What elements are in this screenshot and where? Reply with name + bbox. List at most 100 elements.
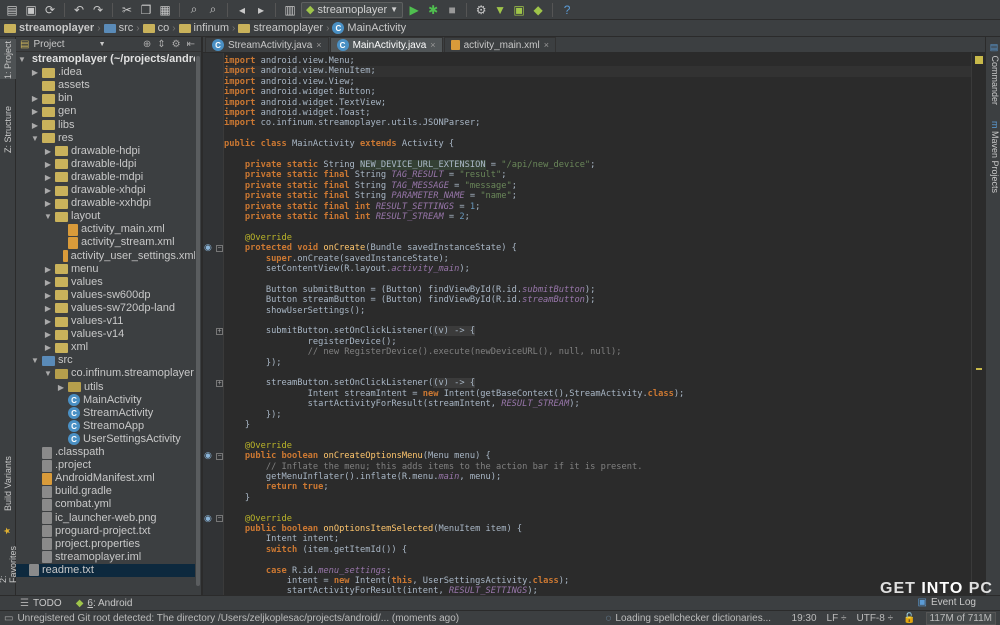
tree-folder-item[interactable]: assets [16, 79, 196, 92]
tree-file-item[interactable]: C StreamActivity [16, 407, 196, 420]
replace-icon[interactable]: ⌕ [205, 2, 221, 18]
tree-folder-item[interactable]: ▶ libs [16, 119, 196, 132]
hide-icon[interactable]: ⇤ [187, 39, 195, 50]
tree-file-item[interactable]: .classpath [16, 446, 196, 459]
tree-file-item[interactable]: readme.txt [16, 563, 196, 577]
tree-folder-item[interactable]: ▶ menu [16, 263, 196, 276]
collapsed-arrow-icon[interactable]: ▶ [44, 263, 52, 276]
collapsed-arrow-icon[interactable]: ▶ [44, 158, 52, 171]
fold-toggle-icon[interactable]: − [216, 244, 223, 252]
breadcrumb-item-co[interactable]: co [142, 22, 169, 34]
breadcrumb-item-package[interactable]: streamoplayer [238, 22, 323, 34]
collapsed-arrow-icon[interactable]: ▶ [44, 315, 52, 328]
forward-icon[interactable]: ▸ [253, 2, 269, 18]
breadcrumb-item-src[interactable]: src [103, 22, 133, 34]
tree-folder-item[interactable]: ▶ gen [16, 105, 196, 118]
collapsed-arrow-icon[interactable]: ▶ [31, 105, 39, 118]
favorites-tool-tab[interactable]: 2: Favorites ★ [0, 525, 18, 583]
tree-folder-item[interactable]: ▶ values-v14 [16, 328, 196, 341]
android-icon[interactable]: ◆ [530, 2, 546, 18]
collapsed-arrow-icon[interactable]: ▶ [44, 341, 52, 354]
tree-folder-item[interactable]: ▶ utils [16, 381, 196, 394]
line-separator-select[interactable]: LF ÷ [827, 613, 847, 624]
collapsed-arrow-icon[interactable]: ▶ [31, 119, 39, 132]
project-scrollbar[interactable] [195, 52, 201, 595]
error-stripe[interactable] [971, 53, 985, 595]
lock-icon[interactable]: 🔓 [903, 613, 915, 624]
help-icon[interactable]: ? [559, 2, 575, 18]
tree-folder-item[interactable]: ▶ values-sw720dp-land [16, 302, 196, 315]
paste-icon[interactable]: ▦ [157, 2, 173, 18]
collapsed-arrow-icon[interactable]: ▶ [44, 184, 52, 197]
close-icon[interactable]: × [430, 40, 435, 50]
editor-tab[interactable]: C MainActivity.java × [329, 37, 443, 52]
tree-folder-item[interactable]: ▶ bin [16, 92, 196, 105]
fold-toggle-icon[interactable]: − [216, 452, 223, 460]
structure-tool-tab[interactable]: Z: Structure [0, 101, 16, 153]
collapsed-arrow-icon[interactable]: ▶ [44, 289, 52, 302]
tree-file-item[interactable]: C StreamoApp [16, 420, 196, 433]
override-marker-icon[interactable]: ◉ [204, 513, 212, 524]
collapsed-arrow-icon[interactable]: ▶ [44, 328, 52, 341]
tree-folder-item[interactable]: ▼ co.infinum.streamoplayer [16, 367, 196, 380]
event-log-tool-tab[interactable]: ▣ Event Log [918, 597, 977, 608]
editor-tab[interactable]: C StreamActivity.java × [205, 37, 329, 52]
caret-position[interactable]: 19:30 [792, 613, 817, 624]
tree-folder-item[interactable]: ▼ layout [16, 210, 196, 223]
editor-tab[interactable]: activity_main.xml × [443, 37, 556, 52]
tree-folder-item[interactable]: ▶ values-sw600dp [16, 289, 196, 302]
debug-icon[interactable]: ✱ [425, 2, 441, 18]
close-icon[interactable]: × [544, 40, 549, 50]
settings-icon[interactable]: ⚙ [473, 2, 489, 18]
tree-file-item[interactable]: activity_user_settings.xml [16, 250, 196, 263]
override-marker-icon[interactable]: ◉ [204, 450, 212, 461]
tree-file-item[interactable]: .project [16, 459, 196, 472]
collapsed-arrow-icon[interactable]: ▶ [44, 276, 52, 289]
background-task[interactable]: ◌ Loading spellchecker dictionaries... [605, 613, 771, 624]
run-config-select[interactable]: ◆ streamoplayer ▼ [301, 1, 404, 18]
cut-icon[interactable]: ✂ [119, 2, 135, 18]
collapsed-arrow-icon[interactable]: ▶ [44, 197, 52, 210]
target-icon[interactable]: ⊕ [143, 39, 151, 50]
back-icon[interactable]: ◂ [234, 2, 250, 18]
copy-icon[interactable]: ❐ [138, 2, 154, 18]
collapsed-arrow-icon[interactable]: ▶ [57, 381, 65, 394]
tree-folder-item[interactable]: ▼ src [16, 354, 196, 367]
breadcrumb-item-project[interactable]: streamoplayer [4, 22, 94, 34]
stop-icon[interactable]: ■ [444, 2, 460, 18]
collapsed-arrow-icon[interactable]: ▶ [44, 171, 52, 184]
sync-icon[interactable]: ⟳ [42, 2, 58, 18]
override-marker-icon[interactable]: ◉ [204, 242, 212, 253]
layout-icon[interactable]: ▭ [4, 613, 13, 624]
tree-file-item[interactable]: streamoplayer.iml [16, 551, 196, 564]
tree-file-item[interactable]: proguard-project.txt [16, 525, 196, 538]
tree-file-item[interactable]: activity_stream.xml [16, 236, 196, 249]
undo-icon[interactable]: ↶ [71, 2, 87, 18]
breadcrumb-item-infinum[interactable]: infinum [178, 22, 229, 34]
tree-file-item[interactable]: build.gradle [16, 485, 196, 498]
status-message[interactable]: Unregistered Git root detected: The dire… [17, 613, 597, 624]
build-variants-tool-tab[interactable]: Build Variants [0, 447, 16, 511]
tree-folder-item[interactable]: ▶ xml [16, 341, 196, 354]
find-icon[interactable]: ⌕ [186, 2, 202, 18]
tree-folder-item[interactable]: ▶ values-v11 [16, 315, 196, 328]
expanded-arrow-icon[interactable]: ▼ [44, 367, 52, 380]
collapsed-arrow-icon[interactable]: ▶ [31, 92, 39, 105]
scrollbar-thumb[interactable] [196, 56, 200, 586]
avd-manager-icon[interactable]: ▣ [511, 2, 527, 18]
encoding-select[interactable]: UTF-8 ÷ [856, 613, 893, 624]
code-editor[interactable]: import android.view.Menu; import android.… [224, 53, 971, 595]
tree-file-item[interactable]: ic_launcher-web.png [16, 512, 196, 525]
collapsed-arrow-icon[interactable]: ▶ [44, 145, 52, 158]
fold-toggle-icon[interactable]: − [216, 515, 223, 523]
tree-file-item[interactable]: AndroidManifest.xml [16, 472, 196, 485]
redo-icon[interactable]: ↷ [90, 2, 106, 18]
memory-indicator[interactable]: 117M of 711M [925, 612, 996, 625]
gear-icon[interactable]: ⚙ [172, 39, 181, 50]
chevron-down-icon[interactable]: ▼ [99, 41, 106, 48]
tree-file-item[interactable]: project.properties [16, 538, 196, 551]
commander-tool-tab[interactable]: ▤ Commander [987, 43, 1000, 105]
tree-folder-item[interactable]: ▶ values [16, 276, 196, 289]
fold-toggle-icon[interactable]: + [216, 379, 223, 387]
tree-folder-item[interactable]: ▶ drawable-xhdpi [16, 184, 196, 197]
